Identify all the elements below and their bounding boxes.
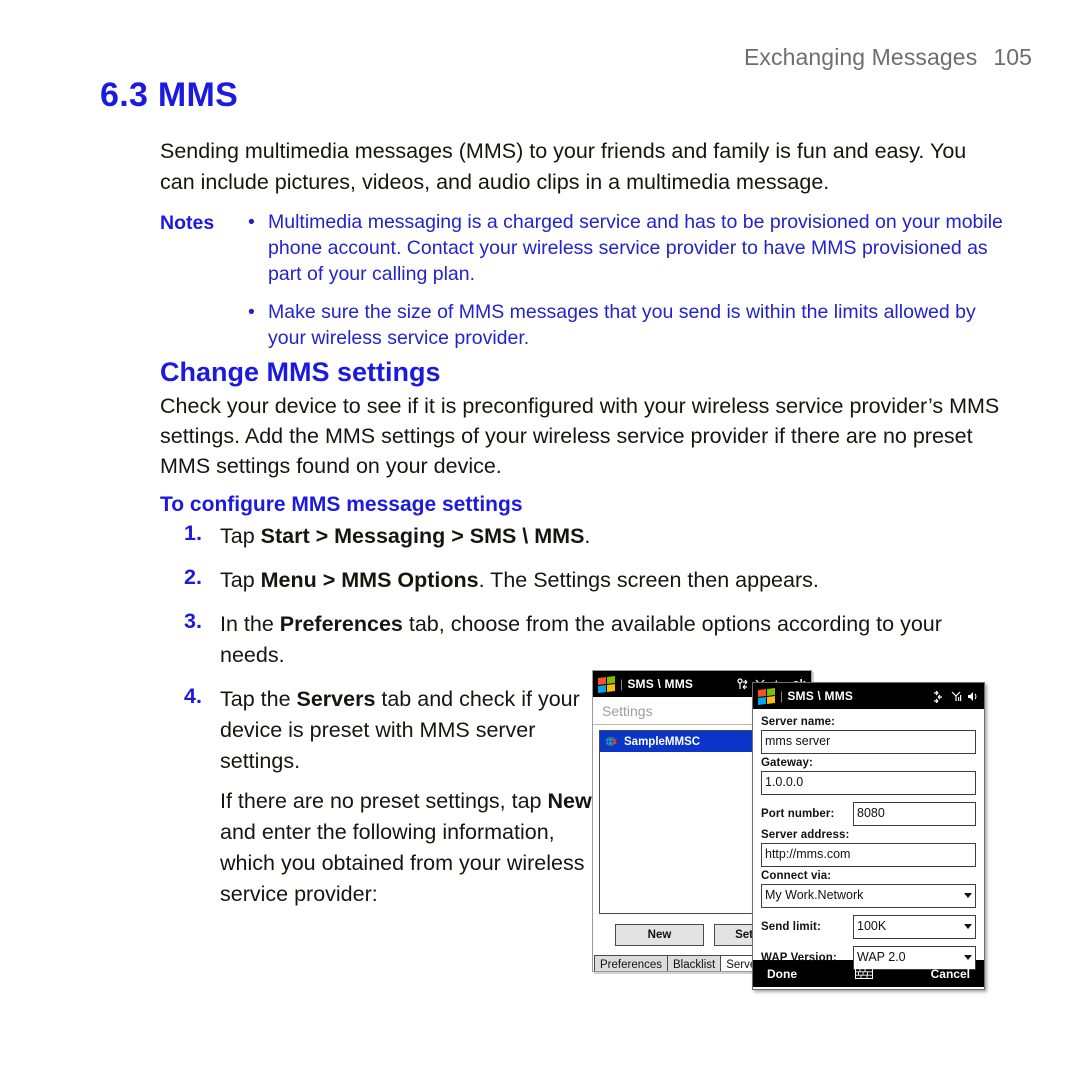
connect-via-select[interactable]: My Work.Network — [761, 884, 976, 908]
step-item: 3. In the Preferences tab, choose from t… — [160, 609, 1005, 671]
send-limit-value: 100K — [857, 919, 887, 933]
titlebar-app-name: SMS \ MMS — [787, 689, 854, 703]
port-number-input[interactable]: 8080 — [853, 802, 976, 826]
step-text: Tap Menu > MMS Options. The Settings scr… — [220, 568, 819, 592]
settings-label-text: Settings — [602, 702, 653, 719]
server-name-input[interactable]: mms server — [761, 730, 976, 754]
titlebar-app-name: SMS \ MMS — [627, 677, 694, 691]
wap-version-value: WAP 2.0 — [857, 950, 906, 964]
wap-version-label: WAP Version: — [761, 952, 837, 964]
gateway-label: Gateway: — [761, 757, 813, 769]
device-titlebar: | SMS \ MMS — [753, 683, 984, 709]
notes-label: Notes — [160, 212, 215, 234]
mmsc-server-icon — [605, 736, 617, 747]
server-address-label: Server address: — [761, 829, 850, 841]
volume-icon — [968, 691, 977, 701]
step-item: 1. Tap Start > Messaging > SMS \ MMS. — [160, 521, 1005, 552]
server-settings-form: Server name: mms server Gateway: 1.0.0.0… — [753, 709, 984, 970]
section-title: Change MMS settings — [160, 357, 441, 387]
new-button[interactable]: New — [615, 924, 704, 946]
titlebar-separator: | — [780, 689, 784, 703]
connect-via-label: Connect via: — [761, 870, 832, 882]
cancel-button[interactable]: Cancel — [931, 967, 970, 981]
port-number-label: Port number: — [761, 808, 835, 820]
tab-preferences[interactable]: Preferences — [594, 955, 669, 971]
chevron-down-icon — [964, 955, 972, 960]
gateway-input[interactable]: 1.0.0.0 — [761, 771, 976, 795]
send-limit-select[interactable]: 100K — [853, 915, 976, 939]
done-button[interactable]: Done — [767, 967, 797, 981]
step-item: 4. Tap the Servers tab and check if your… — [160, 684, 598, 910]
send-limit-row: Send limit: 100K — [761, 915, 976, 939]
step-number: 4. — [184, 684, 202, 708]
step-number: 1. — [184, 521, 202, 545]
note-text: Make sure the size of MMS messages that … — [268, 301, 976, 349]
step-text: Tap Start > Messaging > SMS \ MMS. — [220, 524, 591, 548]
bullet-icon: • — [248, 301, 255, 323]
connectivity-icon — [934, 690, 942, 703]
section-subtitle: To configure MMS message settings — [160, 493, 523, 516]
step-text: Tap the Servers tab and check if your de… — [220, 687, 580, 773]
tab-blacklist[interactable]: Blacklist — [667, 955, 722, 971]
section-paragraph: Check your device to see if it is precon… — [160, 394, 1000, 478]
connectivity-icon — [737, 677, 748, 689]
page-title: 6.3 MMS — [100, 76, 239, 114]
titlebar-separator: | — [620, 677, 624, 691]
chevron-down-icon — [964, 893, 972, 898]
manual-page: Exchanging Messages 105 6.3 MMS Sending m… — [0, 0, 1080, 1080]
list-item-label: SampleMMSC — [624, 735, 701, 748]
note-text: Multimedia messaging is a charged servic… — [268, 211, 1003, 285]
device-screenshot-server-form: | SMS \ MMS Server name: mms server Gate… — [752, 682, 985, 990]
windows-logo-icon — [758, 687, 775, 705]
note-item: • Make sure the size of MMS messages tha… — [248, 299, 1010, 351]
intro-paragraph: Sending multimedia messages (MMS) to you… — [160, 139, 967, 194]
page-number: 105 — [993, 44, 1032, 70]
step-item: 2. Tap Menu > MMS Options. The Settings … — [160, 565, 1005, 596]
running-head: Exchanging Messages 105 — [744, 44, 1032, 71]
chevron-down-icon — [964, 924, 972, 929]
notes-block: Notes • Multimedia messaging is a charge… — [160, 209, 1010, 363]
server-address-input[interactable]: http://mms.com — [761, 843, 976, 867]
step-subparagraph: If there are no preset settings, tap New… — [220, 789, 592, 906]
port-number-row: Port number: 8080 — [761, 802, 976, 826]
step-number: 2. — [184, 565, 202, 589]
server-name-label: Server name: — [761, 716, 836, 728]
connect-via-value: My Work.Network — [765, 888, 864, 902]
bullet-icon: • — [248, 211, 255, 233]
running-head-section: Exchanging Messages — [743, 44, 978, 70]
titlebar-status-icons — [932, 690, 979, 703]
step-text: In the Preferences tab, choose from the … — [220, 612, 942, 667]
keyboard-icon[interactable] — [854, 968, 873, 979]
note-item: • Multimedia messaging is a charged serv… — [248, 209, 1010, 287]
windows-logo-icon — [598, 675, 615, 693]
signal-strength-icon — [951, 691, 962, 701]
step-number: 3. — [184, 609, 202, 633]
send-limit-label: Send limit: — [761, 921, 821, 933]
